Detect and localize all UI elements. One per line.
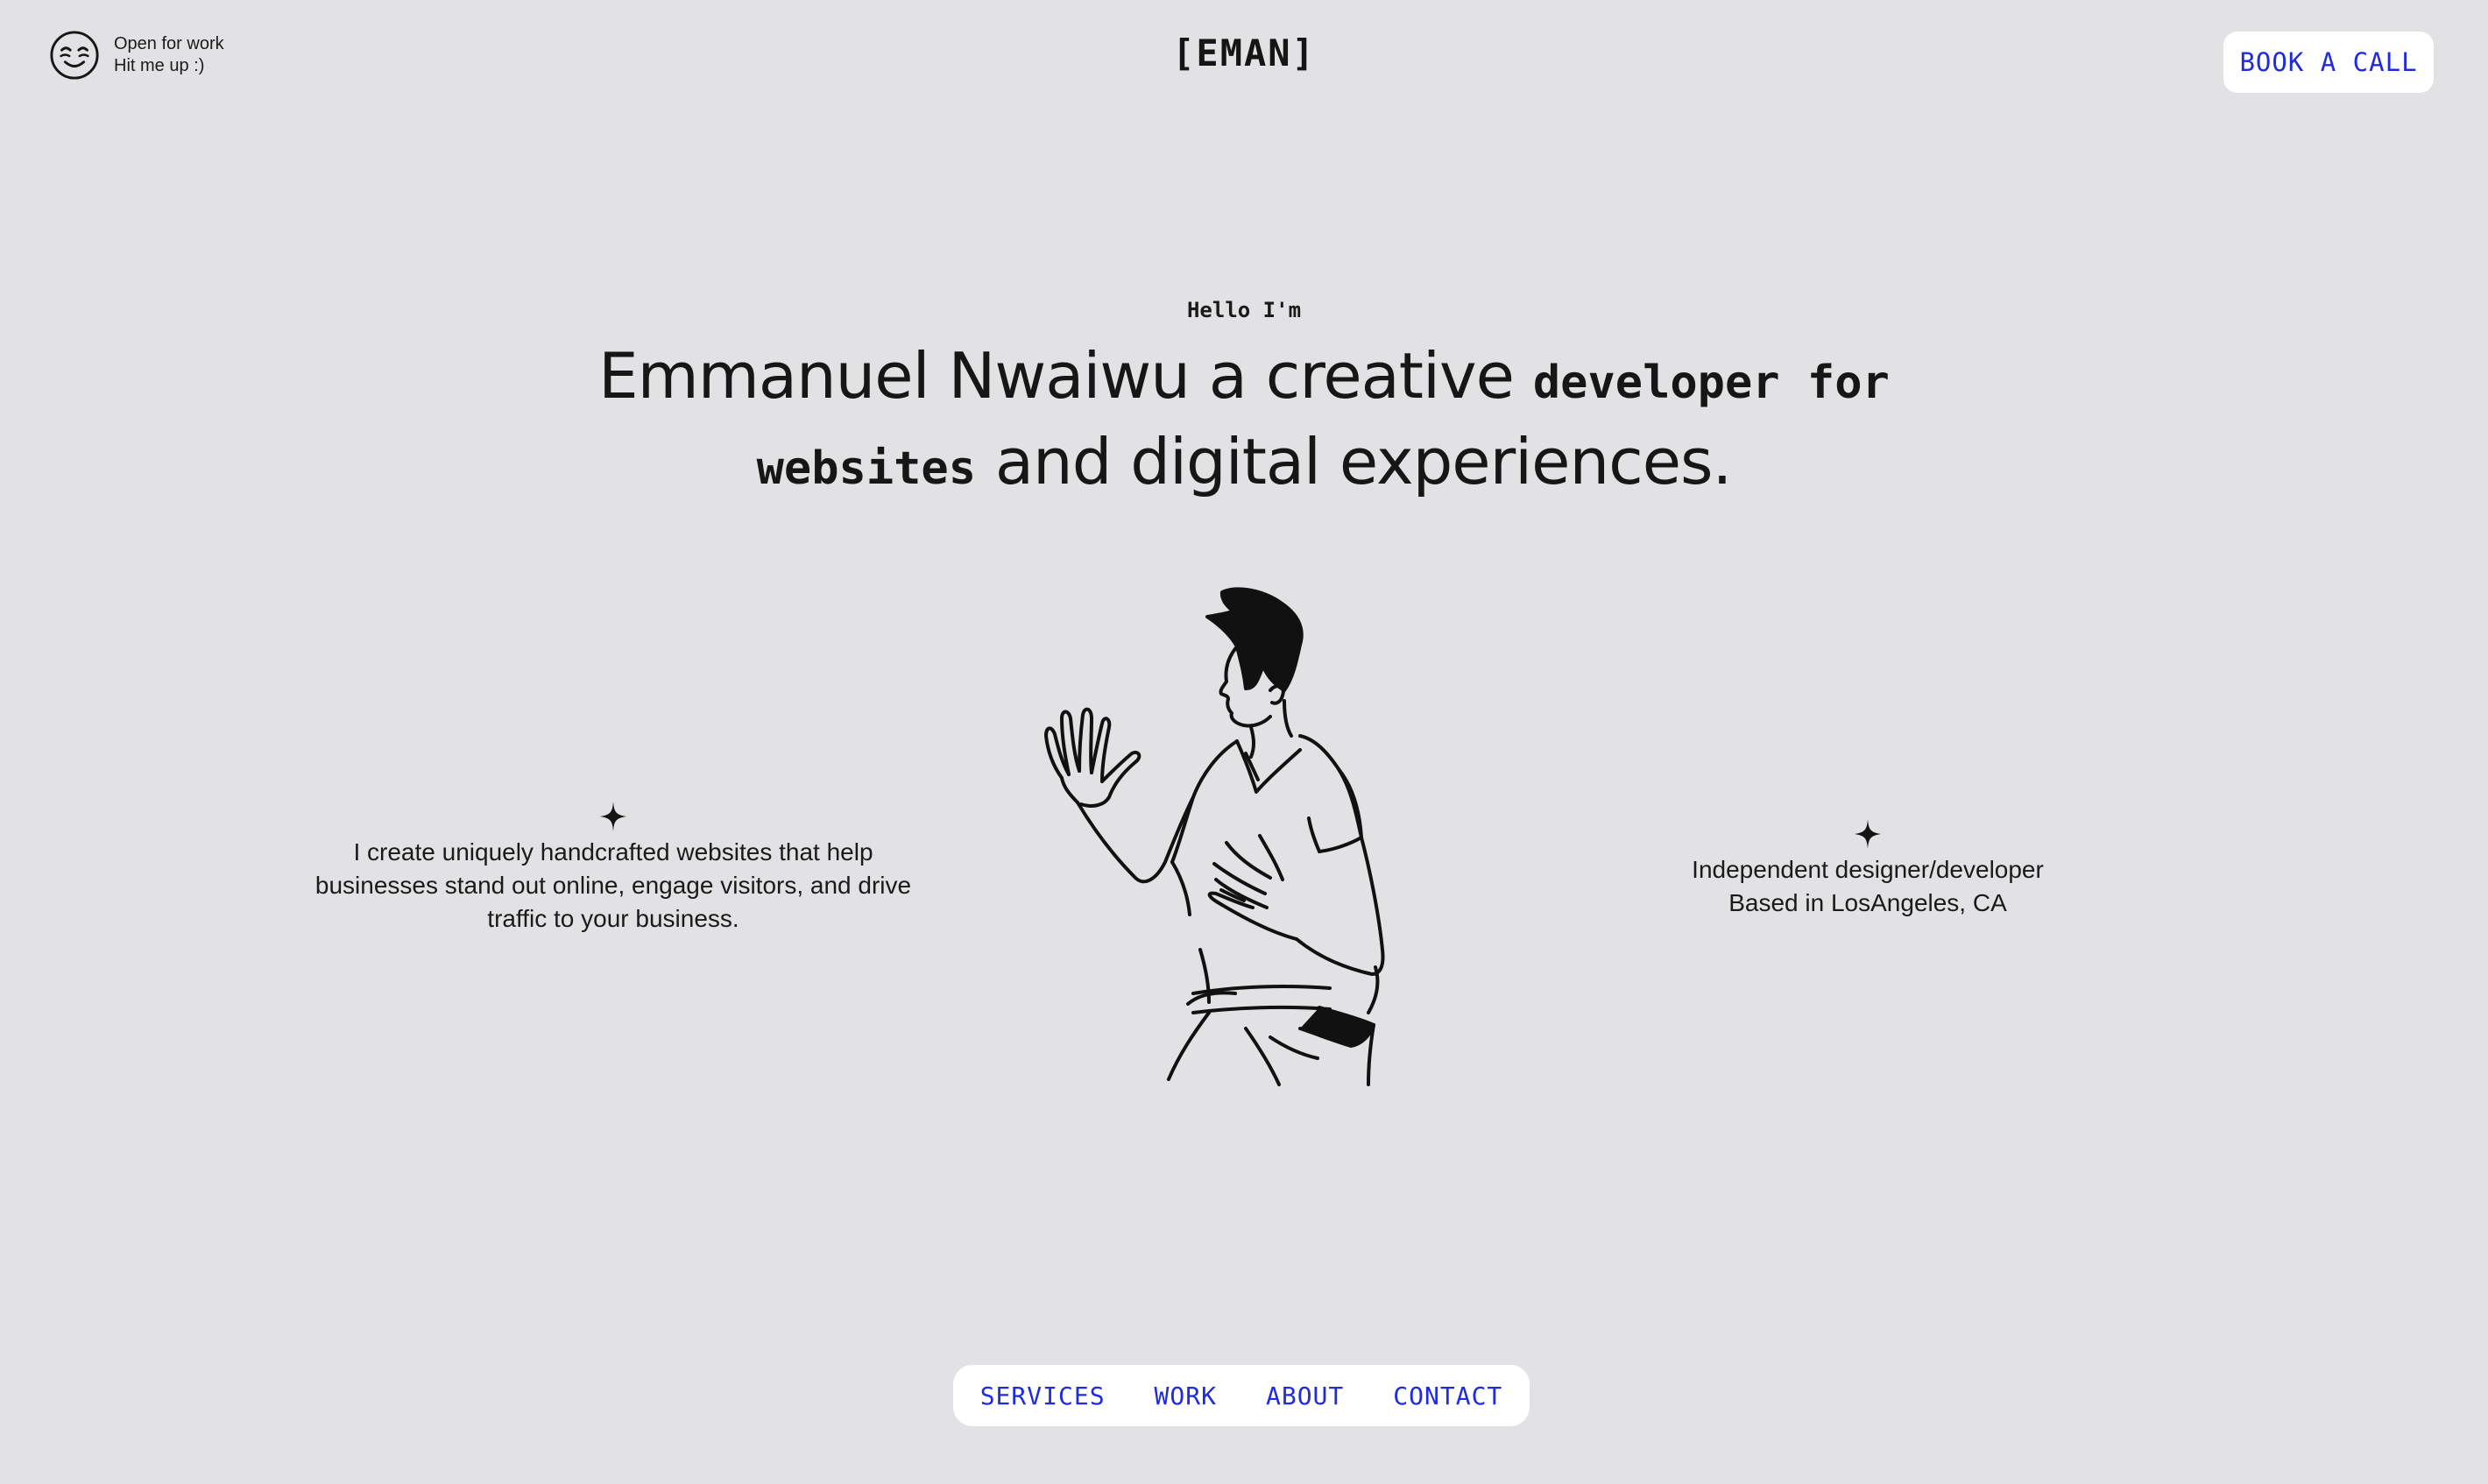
headline-name-text: Emmanuel Nwaiwu a creative: [598, 339, 1533, 413]
location-blurb: Independent designer/developer Based in …: [1605, 818, 2131, 920]
services-blurb-text: I create uniquely handcrafted websites t…: [315, 838, 912, 932]
hero-headline: Emmanuel Nwaiwu a creative developer for…: [543, 336, 1945, 508]
sparkle-icon: [600, 802, 626, 831]
bottom-nav: SERVICES WORK ABOUT CONTACT: [953, 1365, 1530, 1426]
nav-item-about[interactable]: ABOUT: [1266, 1382, 1344, 1410]
nav-item-contact[interactable]: CONTACT: [1393, 1382, 1502, 1410]
site-logo[interactable]: [EMAN]: [0, 32, 2488, 74]
location-blurb-role: Independent designer/developer: [1692, 856, 2044, 883]
services-blurb: I create uniquely handcrafted websites t…: [298, 801, 929, 936]
location-blurb-city: Based in LosAngeles, CA: [1728, 889, 2007, 916]
nav-item-work[interactable]: WORK: [1155, 1382, 1217, 1410]
sparkle-icon: [1855, 819, 1881, 849]
headline-tail-text: and digital experiences.: [976, 425, 1732, 498]
book-call-button[interactable]: BOOK A CALL: [2223, 32, 2434, 93]
hero-illustration: [1044, 587, 1385, 1086]
nav-item-services[interactable]: SERVICES: [980, 1382, 1106, 1410]
hero-greeting: Hello I'm: [1186, 298, 1302, 322]
